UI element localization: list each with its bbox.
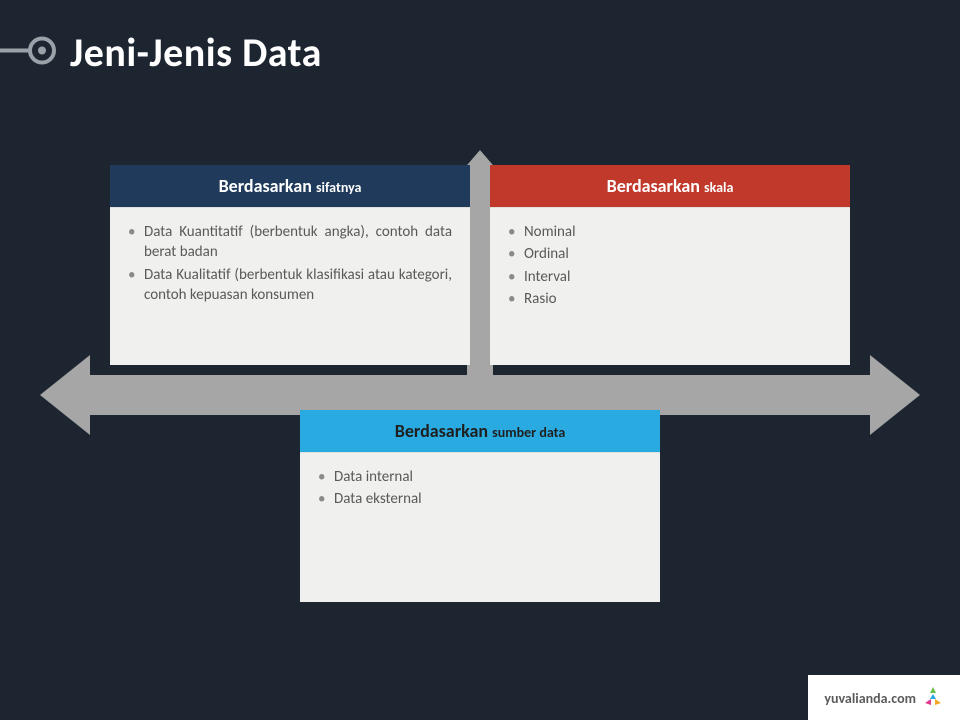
list-item: Rasio [508,289,832,309]
card-header-sumber: Berdasarkan sumber data [300,410,660,452]
title-row: Jeni-Jenis Data [70,28,930,77]
card-header-sub: sumber data [492,424,565,441]
brand-text: yuvalianda.com [824,690,916,707]
card-skala: Berdasarkan skala Nominal Ordinal Interv… [490,165,850,365]
card-body-skala: Nominal Ordinal Interval Rasio [490,207,850,365]
card-header-sifatnya: Berdasarkan sifatnya [110,165,470,207]
slide: Jeni-Jenis Data Berdasarkan sifatnya Dat… [0,0,960,720]
card-header-prefix: Berdasarkan [607,175,704,197]
list-item: Nominal [508,222,832,242]
list-item: Data eksternal [318,489,642,509]
card-body-sifatnya: Data Kuantitatif (berbentuk angka), cont… [110,207,470,365]
brand-badge: yuvalianda.com [808,675,960,720]
list-item: Data Kuantitatif (berbentuk angka), cont… [128,222,452,263]
card-header-prefix: Berdasarkan [219,175,316,197]
brand-logo-icon [922,685,944,712]
target-icon [0,30,60,75]
card-header-prefix: Berdasarkan [395,420,492,442]
card-sumber: Berdasarkan sumber data Data internal Da… [300,410,660,602]
list-item: Ordinal [508,244,832,264]
page-title: Jeni-Jenis Data [70,28,322,77]
card-sifatnya: Berdasarkan sifatnya Data Kuantitatif (b… [110,165,470,365]
list-item: Data Kualitatif (berbentuk klasifikasi a… [128,265,452,306]
card-header-sub: skala [704,179,733,196]
list-item: Interval [508,267,832,287]
list-item: Data internal [318,467,642,487]
card-header-skala: Berdasarkan skala [490,165,850,207]
card-header-sub: sifatnya [316,179,361,196]
card-body-sumber: Data internal Data eksternal [300,452,660,602]
